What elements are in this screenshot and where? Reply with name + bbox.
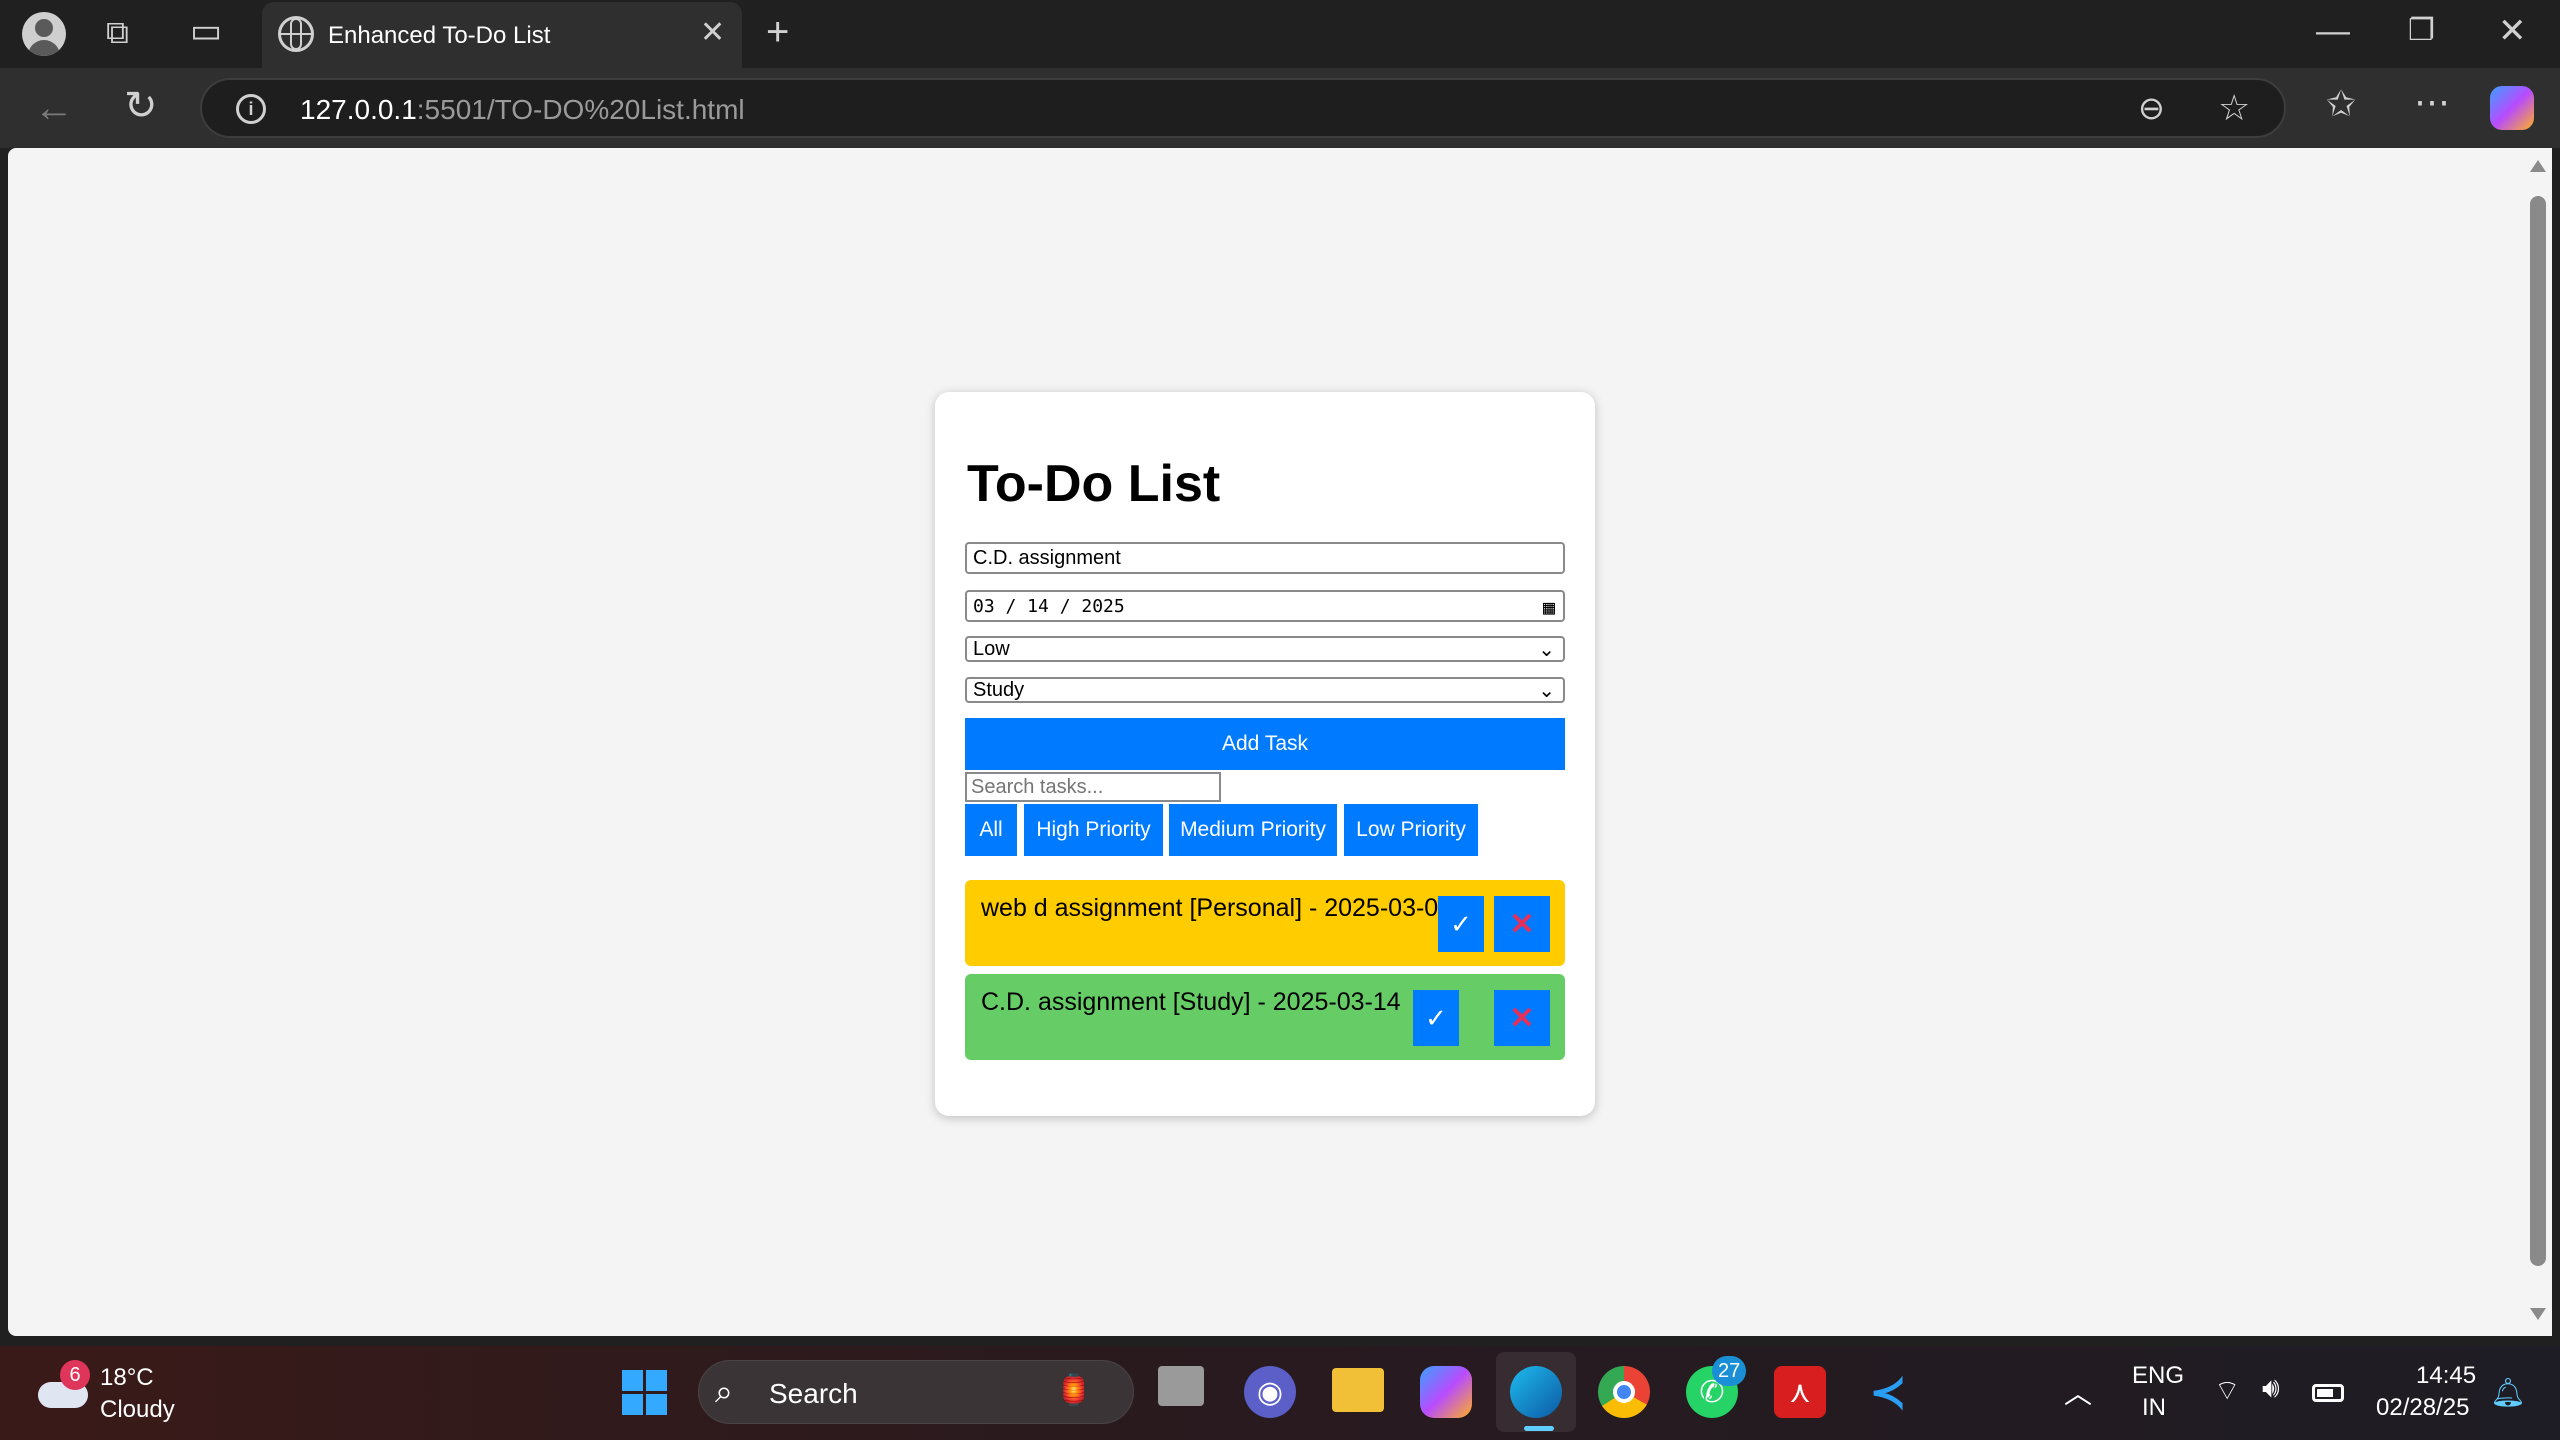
- language-top[interactable]: ENG: [2132, 1362, 2184, 1390]
- copilot-app-icon[interactable]: [1420, 1366, 1472, 1418]
- task-view-icon[interactable]: [1158, 1366, 1204, 1406]
- complete-button[interactable]: ✓: [1413, 990, 1459, 1046]
- page-title: To-Do List: [967, 455, 1221, 513]
- favorite-star-icon[interactable]: ☆: [2218, 90, 2250, 126]
- browser-toolbar: ← ↻ i 127.0.0.1:5501/TO-DO%20List.html ⊖…: [0, 68, 2560, 148]
- weather-badge: 6: [60, 1360, 90, 1390]
- battery-icon[interactable]: [2312, 1384, 2344, 1402]
- category-value: Study: [973, 678, 1025, 701]
- chevron-down-icon: ⌄: [1538, 639, 1555, 661]
- vertical-tabs-icon[interactable]: ▭: [190, 14, 222, 48]
- filter-high-button[interactable]: High Priority: [1024, 804, 1163, 856]
- task-input-value: C.D. assignment: [973, 546, 1121, 569]
- wifi-icon[interactable]: ⌔: [2214, 1374, 2240, 1409]
- filter-all-button[interactable]: All: [965, 804, 1017, 856]
- close-window-icon[interactable]: ✕: [2498, 14, 2527, 48]
- chrome-icon[interactable]: [1598, 1366, 1650, 1418]
- taskbar-search-label: Search: [769, 1378, 858, 1409]
- edge-icon[interactable]: [1510, 1366, 1562, 1418]
- show-hidden-icons[interactable]: ︿: [2064, 1372, 2092, 1412]
- notification-bell-icon[interactable]: 🔔︎: [2490, 1376, 2526, 1409]
- teams-icon[interactable]: ◉: [1244, 1366, 1296, 1418]
- search-icon: ⌕: [715, 1373, 733, 1409]
- favorites-icon[interactable]: ✩: [2326, 86, 2356, 122]
- file-explorer-icon[interactable]: [1332, 1368, 1384, 1412]
- priority-value: Low: [973, 637, 1010, 660]
- category-select[interactable]: Study ⌄: [965, 677, 1565, 703]
- date-input[interactable]: 03 / 14 / 2025 ▦: [965, 590, 1565, 622]
- url-text[interactable]: 127.0.0.1:5501/TO-DO%20List.html: [300, 94, 745, 126]
- chevron-down-icon: ⌄: [1538, 680, 1555, 702]
- volume-icon[interactable]: 🔊︎: [2262, 1372, 2280, 1405]
- site-info-icon[interactable]: i: [236, 94, 266, 124]
- scroll-up-icon[interactable]: [2530, 160, 2546, 172]
- task-text: C.D. assignment [Study] - 2025-03-14: [981, 988, 1401, 1016]
- delete-button[interactable]: ✕: [1494, 990, 1550, 1046]
- complete-button[interactable]: ✓: [1438, 896, 1484, 952]
- new-tab-icon[interactable]: +: [766, 12, 789, 52]
- search-placeholder: Search tasks...: [971, 775, 1104, 798]
- minimize-icon[interactable]: —: [2316, 14, 2350, 48]
- copilot-icon[interactable]: [2490, 86, 2534, 130]
- delete-button[interactable]: ✕: [1494, 896, 1550, 952]
- weather-widget[interactable]: 6 18°C Cloudy: [30, 1360, 210, 1430]
- edge-running-indicator: [1524, 1426, 1554, 1431]
- language-bottom[interactable]: IN: [2142, 1394, 2166, 1422]
- task-item: web d assignment [Personal] - 2025-03-05…: [965, 880, 1565, 966]
- globe-icon: [278, 16, 314, 52]
- search-input[interactable]: Search tasks...: [965, 772, 1221, 802]
- todo-card: To-Do List C.D. assignment 03 / 14 / 202…: [935, 392, 1595, 1116]
- windows-taskbar: 6 18°C Cloudy ⌕ Search 🏮 ◉ ✆ 27 ⋏ ≺ ︿ EN…: [0, 1346, 2560, 1440]
- filter-medium-button[interactable]: Medium Priority: [1169, 804, 1337, 856]
- back-icon[interactable]: ←: [34, 88, 74, 128]
- vscode-icon[interactable]: ≺: [1862, 1366, 1914, 1418]
- acrobat-icon[interactable]: ⋏: [1774, 1366, 1826, 1418]
- restore-icon[interactable]: ❐: [2408, 16, 2435, 46]
- browser-title-bar: ⧉ ▭ Enhanced To-Do List ✕ + — ❐ ✕: [0, 0, 2560, 68]
- filter-low-button[interactable]: Low Priority: [1344, 804, 1478, 856]
- task-text: web d assignment [Personal] - 2025-03-05: [981, 894, 1453, 922]
- scrollbar-thumb[interactable]: [2530, 196, 2546, 1266]
- weather-desc: Cloudy: [100, 1396, 175, 1423]
- whatsapp-badge: 27: [1712, 1356, 1747, 1386]
- clock-time[interactable]: 14:45: [2416, 1362, 2476, 1390]
- profile-avatar-icon[interactable]: [22, 12, 66, 56]
- tab-enhanced-todo[interactable]: Enhanced To-Do List ✕: [262, 2, 742, 68]
- lantern-icon: 🏮: [1055, 1374, 1093, 1407]
- taskbar-search-box[interactable]: ⌕ Search 🏮: [698, 1360, 1134, 1424]
- more-menu-icon[interactable]: ⋯: [2414, 84, 2450, 120]
- start-windows-icon[interactable]: [622, 1370, 668, 1416]
- priority-select[interactable]: Low ⌄: [965, 636, 1565, 662]
- address-bar[interactable]: i 127.0.0.1:5501/TO-DO%20List.html ⊖ ☆: [200, 78, 2286, 138]
- weather-temp: 18°C: [100, 1364, 154, 1391]
- close-tab-icon[interactable]: ✕: [700, 18, 725, 48]
- workspaces-icon[interactable]: ⧉: [106, 16, 129, 48]
- scroll-down-icon[interactable]: [2530, 1308, 2546, 1320]
- tab-title: Enhanced To-Do List: [328, 22, 551, 49]
- add-task-button[interactable]: Add Task: [965, 718, 1565, 770]
- calendar-icon[interactable]: ▦: [1543, 595, 1555, 619]
- date-value: 03 / 14 / 2025: [973, 595, 1125, 617]
- task-item: C.D. assignment [Study] - 2025-03-14 ✓ ✕: [965, 974, 1565, 1060]
- zoom-out-icon[interactable]: ⊖: [2138, 92, 2165, 124]
- clock-date[interactable]: 02/28/25: [2376, 1394, 2469, 1422]
- refresh-icon[interactable]: ↻: [124, 86, 158, 126]
- task-input[interactable]: C.D. assignment: [965, 542, 1565, 574]
